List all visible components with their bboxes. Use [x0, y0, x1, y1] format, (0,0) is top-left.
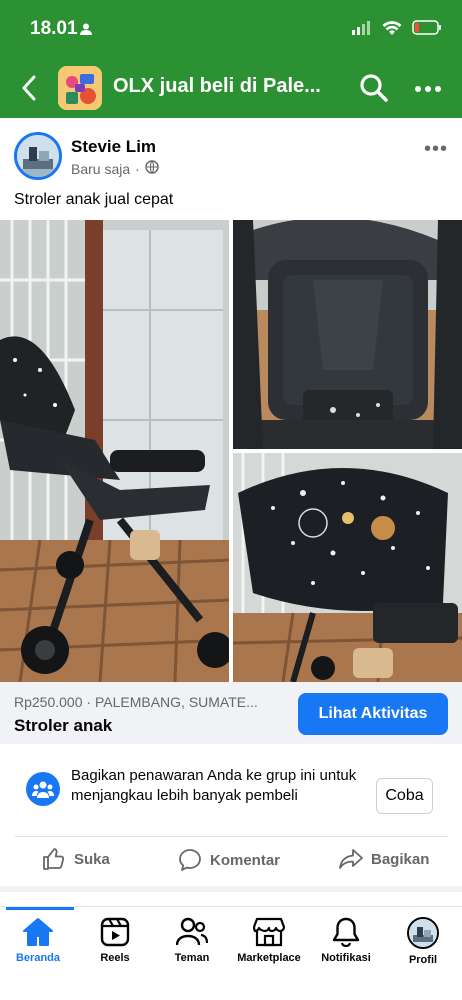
nav-home[interactable]: Beranda	[0, 917, 81, 964]
author-avatar[interactable]	[14, 132, 62, 180]
bottom-nav: Beranda Reels Teman Marketplace Notifika…	[0, 906, 462, 1000]
divider	[14, 836, 448, 837]
reels-icon	[100, 917, 130, 947]
like-label: Suka	[74, 850, 110, 868]
search-button[interactable]	[358, 72, 390, 104]
post-meta: Baru saja ·	[71, 160, 159, 177]
bell-icon	[332, 917, 360, 947]
battery-icon	[412, 20, 442, 40]
group-thumbnail[interactable]	[58, 66, 102, 110]
chevron-left-icon	[22, 75, 36, 101]
back-button[interactable]	[14, 72, 44, 104]
share-prompt: Bagikan penawaran Anda ke grup ini untuk…	[0, 752, 462, 836]
like-button[interactable]: Suka	[42, 848, 110, 870]
group-icon	[26, 772, 60, 806]
home-icon	[23, 918, 53, 946]
nav-reels[interactable]: Reels	[72, 917, 158, 964]
comment-button[interactable]: Komentar	[178, 848, 280, 872]
post-time: Baru saja	[71, 160, 131, 177]
status-bar: 18.01	[0, 0, 462, 58]
listing-title: Stroler anak	[14, 716, 113, 735]
post-options-button[interactable]: •••	[424, 138, 448, 161]
group-header: OLX jual beli di Pale...	[0, 58, 462, 118]
share-prompt-text: Bagikan penawaran Anda ke grup ini untuk…	[71, 767, 357, 804]
stroller-photo-3[interactable]	[233, 453, 462, 682]
group-title[interactable]: OLX jual beli di Pale...	[113, 75, 343, 98]
share-label: Bagikan	[371, 850, 430, 868]
price-location: Rp250.000 · PALEMBANG, SUMATE...	[14, 694, 258, 710]
nav-marketplace-label: Marketplace	[237, 952, 301, 964]
post-header: Stevie Lim Baru saja · ••• Stroler anak …	[0, 118, 462, 218]
nav-friends-label: Teman	[174, 952, 210, 964]
photo-grid	[0, 220, 462, 682]
status-time: 18.01	[30, 18, 78, 39]
nav-marketplace[interactable]: Marketplace	[226, 917, 312, 964]
comment-label: Komentar	[210, 851, 281, 869]
thumbs-up-icon	[43, 848, 65, 870]
globe-icon	[145, 160, 159, 177]
try-button[interactable]: Coba	[376, 778, 433, 814]
nav-profile-label: Profil	[408, 954, 438, 966]
nav-home-label: Beranda	[15, 952, 61, 964]
share-arrow-icon	[339, 849, 363, 869]
active-tab-indicator	[6, 907, 74, 910]
post-text: Stroler anak jual cepat	[14, 191, 174, 208]
profile-avatar	[407, 917, 439, 949]
signal-icon	[352, 20, 372, 40]
post-actions: Suka Komentar Bagikan	[0, 838, 462, 884]
nav-profile[interactable]: Profil	[380, 917, 462, 966]
nav-reels-label: Reels	[100, 952, 130, 964]
more-options-button[interactable]	[412, 72, 444, 104]
person-status-icon	[80, 22, 92, 40]
listing-info[interactable]: Rp250.000 · PALEMBANG, SUMATE... Stroler…	[0, 682, 462, 744]
search-icon	[360, 74, 388, 102]
more-horizontal-icon	[415, 86, 441, 92]
comment-icon	[179, 849, 201, 871]
friends-icon	[176, 917, 208, 946]
nav-notifications[interactable]: Notifikasi	[303, 917, 389, 964]
nav-notifications-label: Notifikasi	[321, 952, 371, 964]
author-name[interactable]: Stevie Lim	[71, 137, 156, 157]
status-indicators	[352, 20, 442, 40]
stroller-photo-1[interactable]	[0, 220, 229, 682]
next-post-edge	[0, 886, 462, 908]
stroller-photo-2[interactable]	[233, 220, 462, 449]
marketplace-icon	[253, 917, 285, 947]
meta-separator: ·	[135, 160, 140, 177]
nav-friends[interactable]: Teman	[149, 917, 235, 964]
view-activity-button[interactable]: Lihat Aktivitas	[298, 693, 448, 735]
wifi-icon	[382, 20, 402, 40]
share-button[interactable]: Bagikan	[339, 848, 429, 870]
